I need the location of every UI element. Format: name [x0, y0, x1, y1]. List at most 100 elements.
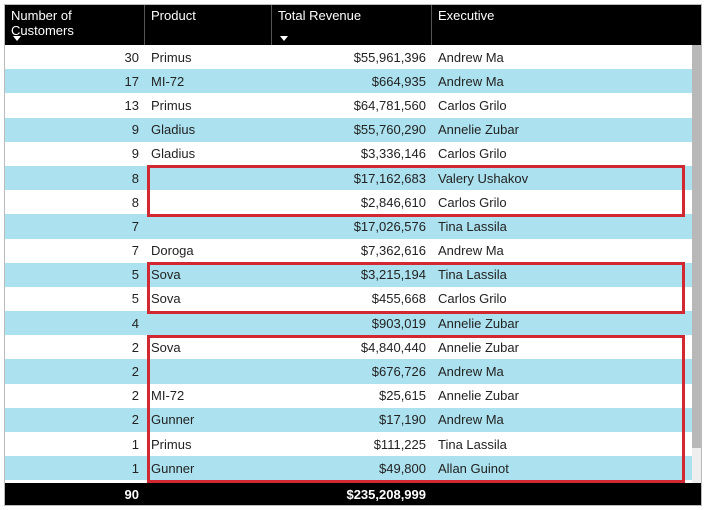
- cell-number-of-customers: 9: [5, 146, 145, 161]
- cell-executive: Andrew Ma: [432, 74, 701, 89]
- table-row[interactable]: 8 $17,162,683Valery Ushakov: [5, 166, 701, 190]
- table-body: 30Primus$55,961,396Andrew Ma17MI-72$664,…: [5, 45, 701, 483]
- cell-total-revenue: $2,846,610: [272, 195, 432, 210]
- header-label: Number of Customers: [11, 8, 74, 38]
- cell-product: Gunner: [145, 461, 272, 476]
- table-row[interactable]: 9Gladius$3,336,146Carlos Grilo: [5, 142, 701, 166]
- table-row[interactable]: 2MI-72$25,615Annelie Zubar: [5, 384, 701, 408]
- cell-executive: Annelie Zubar: [432, 388, 701, 403]
- footer-n-total: 90: [5, 487, 145, 502]
- scrollbar-thumb[interactable]: [692, 45, 701, 448]
- cell-executive: Valery Ushakov: [432, 171, 701, 186]
- table-row[interactable]: 7Doroga$7,362,616Andrew Ma: [5, 239, 701, 263]
- header-label: Product: [151, 8, 196, 23]
- cell-number-of-customers: 7: [5, 219, 145, 234]
- cell-executive: Andrew Ma: [432, 243, 701, 258]
- cell-total-revenue: $676,726: [272, 364, 432, 379]
- cell-total-revenue: $111,225: [272, 437, 432, 452]
- cell-number-of-customers: 13: [5, 98, 145, 113]
- header-number-of-customers[interactable]: Number of Customers: [5, 5, 145, 45]
- sort-desc-icon: [280, 36, 288, 41]
- cell-total-revenue: $17,026,576: [272, 219, 432, 234]
- cell-total-revenue: $64,781,560: [272, 98, 432, 113]
- cell-number-of-customers: 5: [5, 267, 145, 282]
- cell-executive: Tina Lassila: [432, 267, 701, 282]
- cell-total-revenue: $25,615: [272, 388, 432, 403]
- cell-executive: Carlos Grilo: [432, 291, 701, 306]
- cell-executive: Carlos Grilo: [432, 98, 701, 113]
- cell-executive: Andrew Ma: [432, 50, 701, 65]
- cell-executive: Carlos Grilo: [432, 146, 701, 161]
- table-row[interactable]: 2Gunner$17,190Andrew Ma: [5, 408, 701, 432]
- cell-total-revenue: $7,362,616: [272, 243, 432, 258]
- table-row[interactable]: 1Primus$111,225Tina Lassila: [5, 432, 701, 456]
- cell-number-of-customers: 9: [5, 122, 145, 137]
- header-product[interactable]: Product: [145, 5, 272, 45]
- cell-product: Primus: [145, 98, 272, 113]
- cell-executive: Annelie Zubar: [432, 340, 701, 355]
- table-row[interactable]: 30Primus$55,961,396Andrew Ma: [5, 45, 701, 69]
- cell-executive: Tina Lassila: [432, 437, 701, 452]
- header-label: Executive: [438, 8, 494, 23]
- cell-total-revenue: $664,935: [272, 74, 432, 89]
- cell-number-of-customers: 7: [5, 243, 145, 258]
- header-total-revenue[interactable]: Total Revenue: [272, 5, 432, 45]
- cell-number-of-customers: 1: [5, 461, 145, 476]
- cell-number-of-customers: 2: [5, 388, 145, 403]
- table-row[interactable]: 8 $2,846,610Carlos Grilo: [5, 190, 701, 214]
- cell-product: Sova: [145, 291, 272, 306]
- cell-product: Primus: [145, 50, 272, 65]
- cell-number-of-customers: 30: [5, 50, 145, 65]
- cell-product: Gladius: [145, 122, 272, 137]
- table-row[interactable]: 7 $17,026,576Tina Lassila: [5, 214, 701, 238]
- table-row[interactable]: 9Gladius$55,760,290Annelie Zubar: [5, 118, 701, 142]
- cell-product: Sova: [145, 340, 272, 355]
- table-frame: Number of Customers Product Total Revenu…: [4, 4, 702, 506]
- cell-total-revenue: $3,215,194: [272, 267, 432, 282]
- cell-total-revenue: $4,840,440: [272, 340, 432, 355]
- table-row[interactable]: 4 $903,019Annelie Zubar: [5, 311, 701, 335]
- cell-product: Gunner: [145, 412, 272, 427]
- cell-number-of-customers: 4: [5, 316, 145, 331]
- cell-total-revenue: $17,190: [272, 412, 432, 427]
- cell-total-revenue: $49,800: [272, 461, 432, 476]
- cell-number-of-customers: 17: [5, 74, 145, 89]
- table-row[interactable]: 1Gunner$49,800Allan Guinot: [5, 456, 701, 480]
- cell-executive: Carlos Grilo: [432, 195, 701, 210]
- footer-revenue-total: $235,208,999: [272, 487, 432, 502]
- cell-product: Gladius: [145, 146, 272, 161]
- header-executive[interactable]: Executive: [432, 5, 701, 45]
- table-row[interactable]: 5Sova$455,668Carlos Grilo: [5, 287, 701, 311]
- cell-executive: Tina Lassila: [432, 219, 701, 234]
- cell-total-revenue: $17,162,683: [272, 171, 432, 186]
- table-row[interactable]: 5Sova$3,215,194Tina Lassila: [5, 263, 701, 287]
- cell-total-revenue: $3,336,146: [272, 146, 432, 161]
- table-footer: 90 $235,208,999: [5, 483, 701, 505]
- cell-executive: Annelie Zubar: [432, 316, 701, 331]
- header-label: Total Revenue: [278, 8, 361, 23]
- cell-executive: Andrew Ma: [432, 364, 701, 379]
- cell-number-of-customers: 2: [5, 364, 145, 379]
- cell-number-of-customers: 5: [5, 291, 145, 306]
- cell-product: MI-72: [145, 74, 272, 89]
- cell-product: Sova: [145, 267, 272, 282]
- cell-number-of-customers: 8: [5, 171, 145, 186]
- cell-executive: Allan Guinot: [432, 461, 701, 476]
- cell-number-of-customers: 2: [5, 412, 145, 427]
- table-row[interactable]: 2 $676,726Andrew Ma: [5, 359, 701, 383]
- cell-executive: Andrew Ma: [432, 412, 701, 427]
- cell-number-of-customers: 1: [5, 437, 145, 452]
- table-row[interactable]: 17MI-72$664,935Andrew Ma: [5, 69, 701, 93]
- cell-total-revenue: $903,019: [272, 316, 432, 331]
- cell-executive: Annelie Zubar: [432, 122, 701, 137]
- cell-product: Primus: [145, 437, 272, 452]
- table-header: Number of Customers Product Total Revenu…: [5, 5, 701, 45]
- cell-product: Doroga: [145, 243, 272, 258]
- table-row[interactable]: 13Primus$64,781,560Carlos Grilo: [5, 93, 701, 117]
- table-row[interactable]: 2Sova$4,840,440Annelie Zubar: [5, 335, 701, 359]
- vertical-scrollbar[interactable]: [692, 45, 701, 483]
- cell-total-revenue: $455,668: [272, 291, 432, 306]
- cell-total-revenue: $55,760,290: [272, 122, 432, 137]
- cell-number-of-customers: 8: [5, 195, 145, 210]
- cell-total-revenue: $55,961,396: [272, 50, 432, 65]
